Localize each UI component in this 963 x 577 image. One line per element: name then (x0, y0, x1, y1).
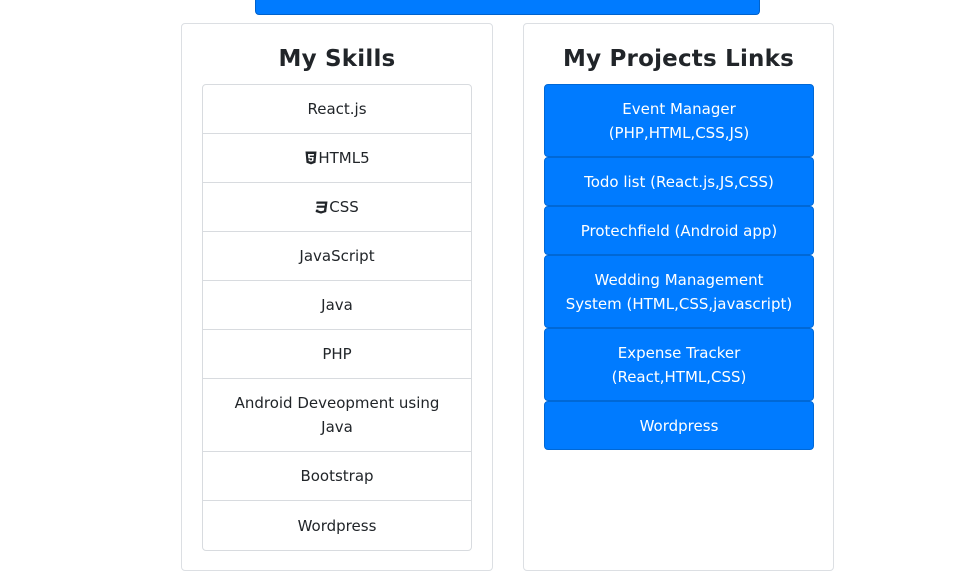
skill-label: Android Deveopment using Java (234, 394, 440, 436)
skill-item-android: Android Deveopment using Java (203, 379, 471, 452)
top-banner-button[interactable] (255, 0, 760, 15)
skill-label: HTML5 (318, 149, 370, 167)
css3-icon (315, 200, 328, 215)
projects-title: My Projects Links (563, 46, 794, 72)
project-link-event-manager[interactable]: Event Manager (PHP,HTML,CSS,JS) (544, 84, 814, 157)
skill-item-html5: HTML5 (203, 134, 471, 183)
skill-item-java: Java (203, 281, 471, 330)
skill-label: JavaScript (299, 247, 375, 265)
project-link-todo-list[interactable]: Todo list (React.js,JS,CSS) (544, 157, 814, 206)
projects-card: My Projects Links Event Manager (PHP,HTM… (523, 23, 834, 571)
skill-label: PHP (322, 345, 352, 363)
skills-card: My Skills React.js HTML5 CSS JavaScript (181, 23, 493, 571)
skills-list: React.js HTML5 CSS JavaScript Java PHP A… (202, 84, 472, 551)
project-link-wordpress[interactable]: Wordpress (544, 401, 814, 450)
skill-label: Wordpress (297, 516, 377, 535)
skill-label: React.js (307, 100, 367, 118)
skill-item-css: CSS (203, 183, 471, 232)
skill-item-php: PHP (203, 330, 471, 379)
skills-title: My Skills (278, 46, 396, 72)
skill-label: CSS (329, 198, 359, 216)
skill-item-react: React.js (203, 85, 471, 134)
skill-item-wordpress: Wordpress (203, 501, 471, 550)
skill-label: Java (321, 296, 353, 314)
skill-label: Bootstrap (300, 467, 374, 485)
project-link-wedding-management[interactable]: Wedding Management System (HTML,CSS,java… (544, 255, 814, 328)
skill-item-javascript: JavaScript (203, 232, 471, 281)
skill-item-bootstrap: Bootstrap (203, 452, 471, 501)
projects-list: Event Manager (PHP,HTML,CSS,JS) Todo lis… (544, 84, 814, 450)
project-link-expense-tracker[interactable]: Expense Tracker (React,HTML,CSS) (544, 328, 814, 401)
html5-icon (304, 151, 317, 166)
project-link-protechfield[interactable]: Protechfield (Android app) (544, 206, 814, 255)
